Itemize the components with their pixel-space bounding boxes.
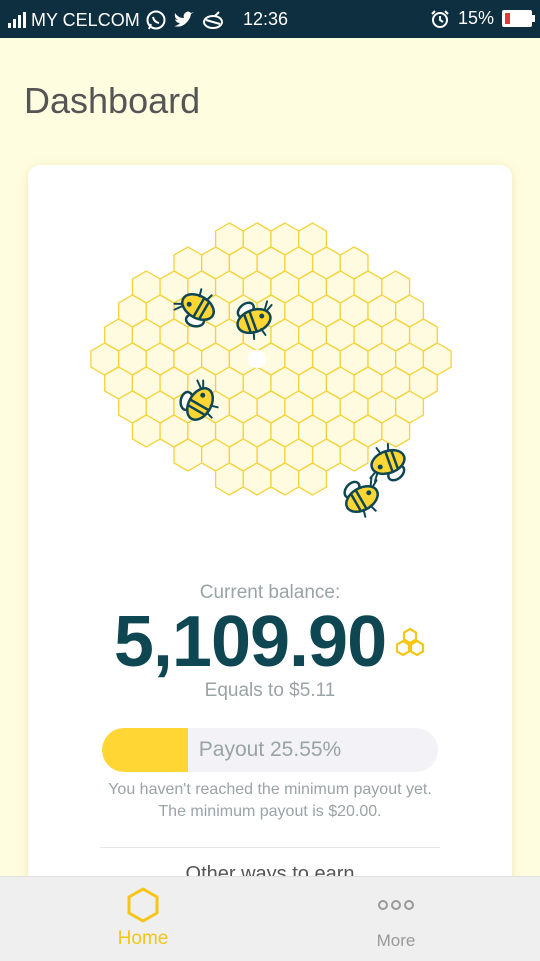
bottom-nav: Home More	[0, 876, 540, 961]
dashboard-card: Current balance: 5,109.90 Equals to $5.1…	[28, 165, 512, 925]
more-dots-icon	[378, 900, 414, 910]
page-title: Dashboard	[24, 80, 201, 121]
honeycomb-illustration	[90, 222, 452, 518]
carrier-name: MY CELCOM	[31, 9, 140, 30]
battery-percent: 15%	[457, 8, 494, 28]
alarm-icon	[431, 9, 449, 28]
bee-icon	[369, 442, 406, 483]
status-bar: MY CELCOM 12:36 15%	[0, 0, 540, 38]
signal-icon	[8, 12, 26, 28]
honeycomb-icon	[396, 627, 425, 657]
nav-home-label: Home	[117, 928, 169, 949]
nav-more-tab[interactable]: More	[261, 877, 531, 961]
honeycomb-empty-cell	[248, 350, 267, 368]
bee-icon	[343, 476, 379, 518]
minimum-payout-notice: You haven't reached the minimum payout y…	[108, 781, 432, 820]
nav-home-tab[interactable]: Home	[8, 877, 278, 961]
carrier-group: MY CELCOM	[8, 9, 225, 31]
balance-row: 5,109.90	[28, 601, 512, 683]
whatsapp-icon	[146, 10, 166, 30]
payout-progress-text: Payout 25.55%	[198, 738, 342, 761]
twitter-icon	[173, 11, 194, 27]
balance-equivalent: Equals to $5.11	[204, 680, 336, 701]
status-time: 12:36	[243, 9, 289, 29]
section-divider	[100, 847, 440, 848]
battery-icon	[502, 10, 535, 27]
payout-progress-bar: Payout 25.55%	[102, 728, 438, 772]
hexagon-icon	[127, 887, 159, 923]
status-right-group: 15%	[430, 8, 535, 29]
nav-more-label: More	[376, 931, 416, 950]
balance-value: 5,109.90	[113, 602, 387, 682]
bird-app-icon	[202, 11, 223, 29]
